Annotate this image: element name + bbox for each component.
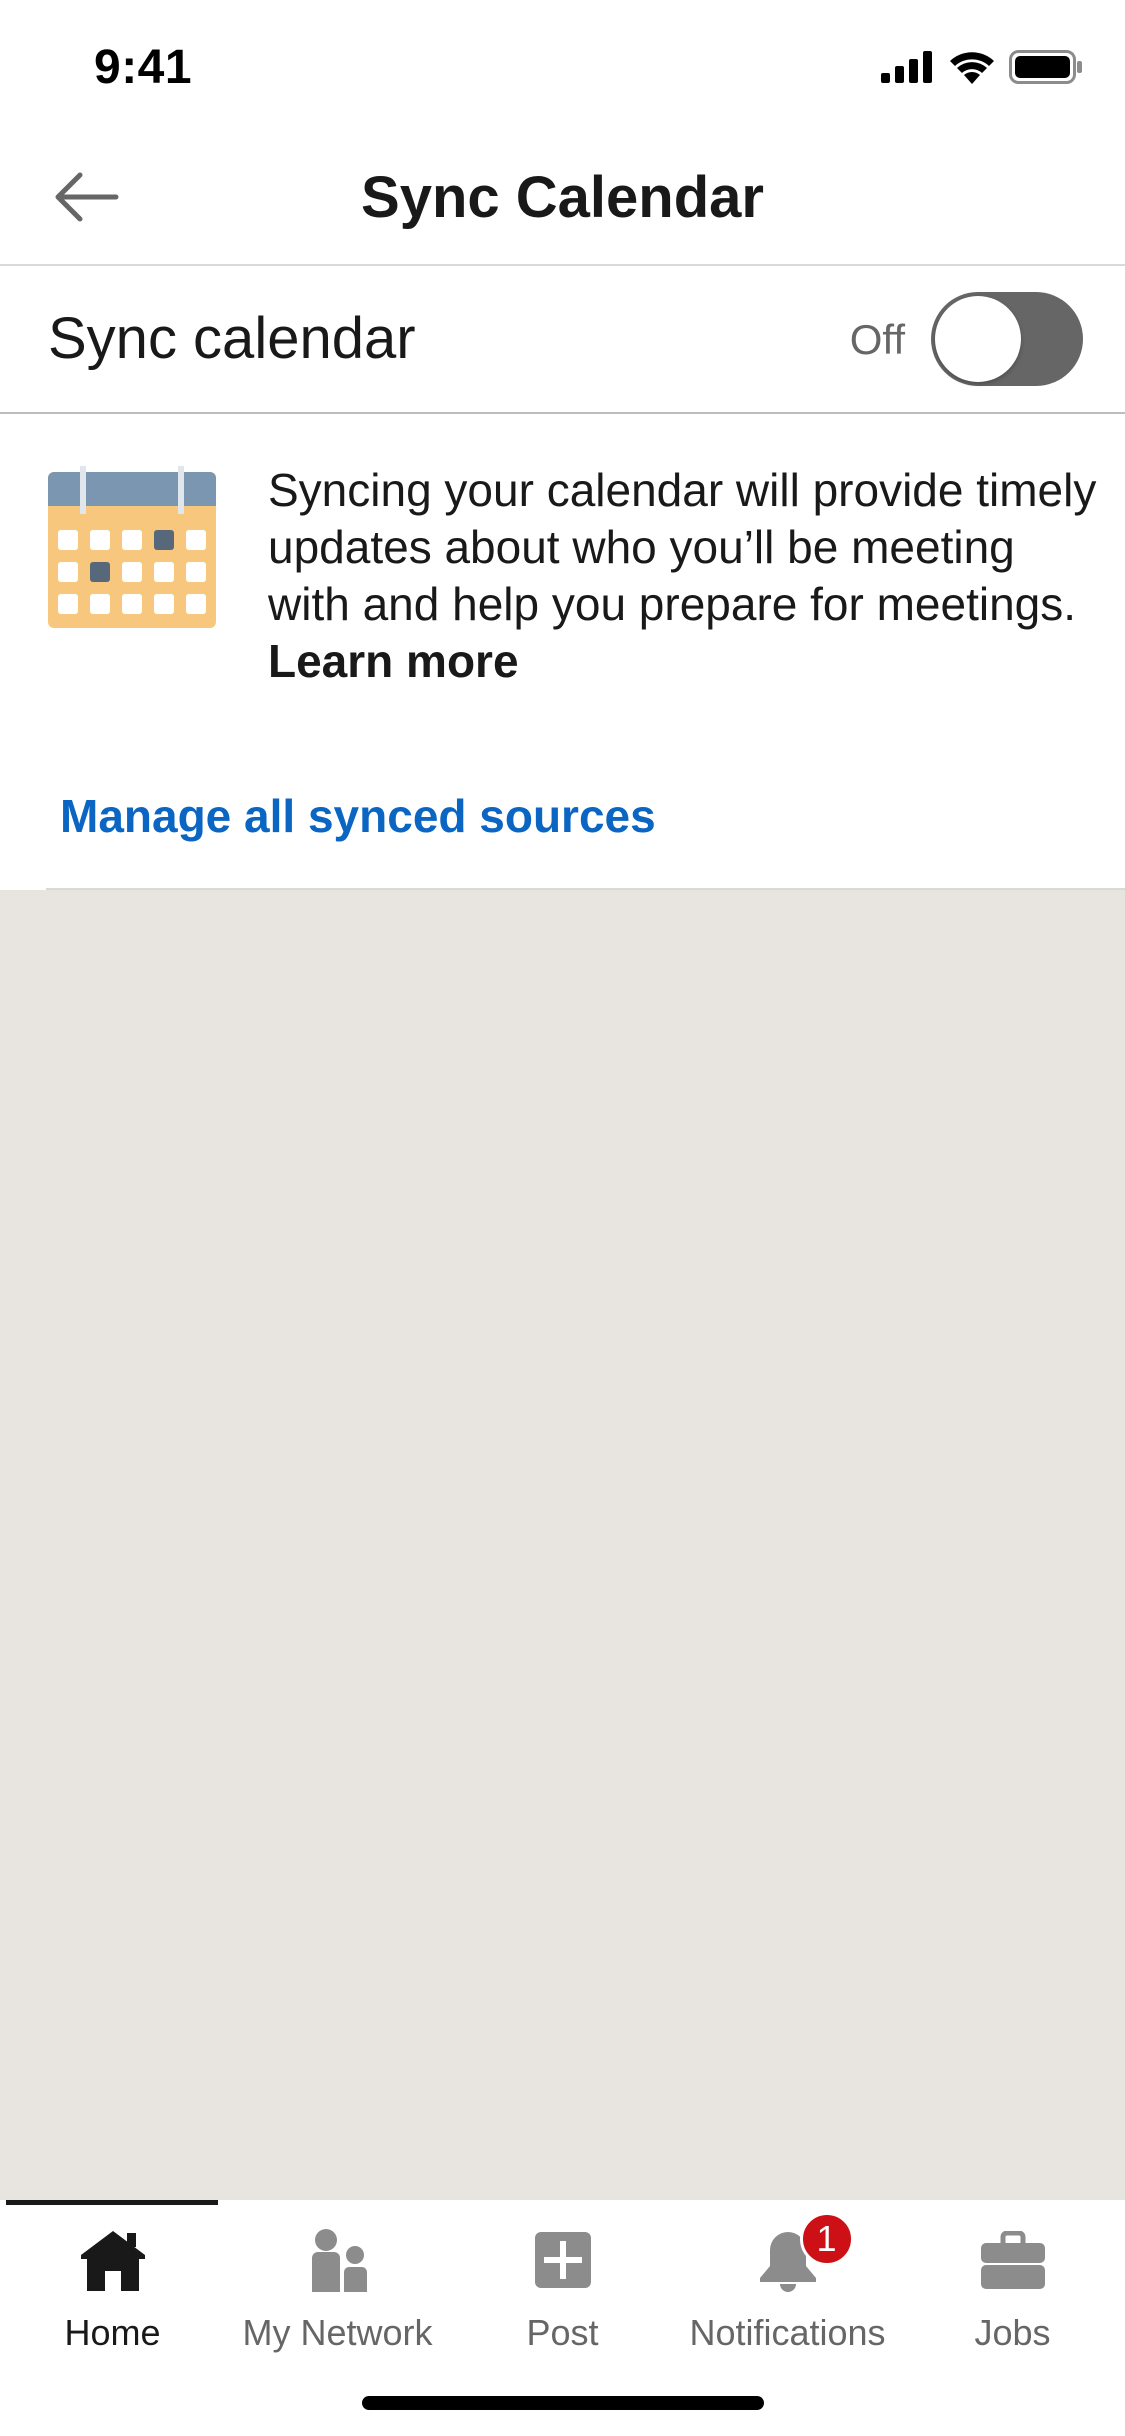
sync-calendar-row: Sync calendar Off	[0, 266, 1125, 414]
home-indicator	[362, 2396, 764, 2410]
sync-calendar-toggle[interactable]	[931, 292, 1083, 386]
tab-my-network[interactable]: My Network	[225, 2214, 450, 2354]
tab-notifications[interactable]: 1 Notifications	[675, 2212, 900, 2354]
sync-calendar-label: Sync calendar	[48, 306, 416, 371]
signal-icon	[881, 51, 932, 83]
description-text: Syncing your calendar will provide timel…	[268, 464, 1097, 630]
battery-icon	[1009, 50, 1082, 84]
toggle-knob	[935, 296, 1021, 382]
tab-jobs[interactable]: Jobs	[900, 2214, 1125, 2354]
tab-label: My Network	[242, 2312, 433, 2353]
tab-home[interactable]: Home	[0, 2214, 225, 2354]
toggle-state-text: Off	[849, 316, 905, 363]
people-icon	[302, 2224, 374, 2296]
home-icon	[77, 2224, 149, 2296]
active-tab-indicator	[6, 2200, 218, 2205]
sync-description: Syncing your calendar will provide timel…	[268, 462, 1098, 690]
status-icons	[881, 50, 1083, 84]
manage-synced-sources-link[interactable]: Manage all synced sources	[60, 786, 656, 846]
bell-icon: 1	[752, 2212, 854, 2296]
tab-post[interactable]: Post	[450, 2214, 675, 2354]
calendar-icon	[48, 466, 216, 628]
plus-square-icon	[527, 2224, 599, 2296]
learn-more-link[interactable]: Learn more	[268, 635, 519, 687]
tab-label: Jobs	[974, 2312, 1051, 2353]
empty-content-area	[0, 890, 1125, 2200]
tab-label: Home	[64, 2312, 161, 2353]
tab-label: Post	[526, 2312, 599, 2353]
status-bar: 9:41	[0, 0, 1125, 132]
status-time: 9:41	[94, 41, 193, 94]
wifi-icon	[950, 52, 994, 84]
briefcase-icon	[977, 2224, 1049, 2296]
info-section: Syncing your calendar will provide timel…	[0, 414, 1125, 890]
notification-badge: 1	[799, 2212, 854, 2266]
nav-header: Sync Calendar	[0, 132, 1125, 266]
page-title: Sync Calendar	[361, 165, 764, 230]
tab-label: Notifications	[689, 2312, 886, 2353]
